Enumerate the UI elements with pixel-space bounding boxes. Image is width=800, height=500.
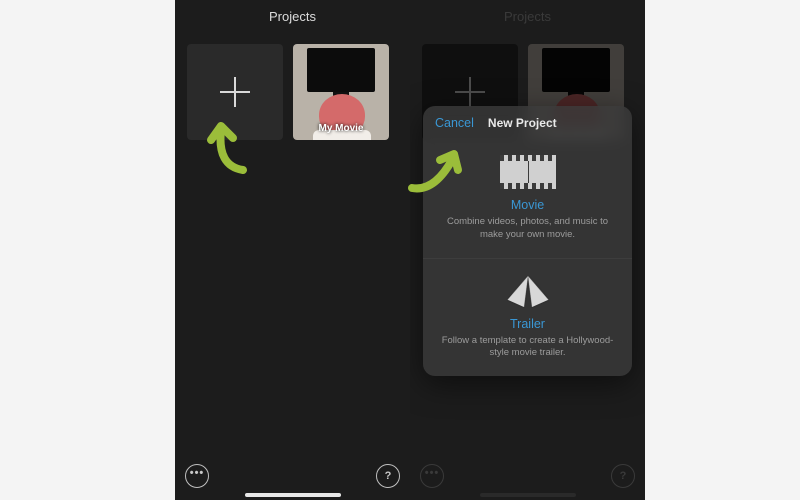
option-trailer[interactable]: Trailer Follow a template to create a Ho… bbox=[423, 258, 632, 377]
more-button: ••• bbox=[420, 464, 444, 488]
plus-icon bbox=[220, 77, 250, 107]
option-movie[interactable]: Movie Combine videos, photos, and music … bbox=[423, 140, 632, 258]
new-project-modal: Cancel New Project Movie Combine videos,… bbox=[423, 106, 632, 376]
page-title: Projects bbox=[175, 0, 410, 34]
phone-screen-new-project: Projects My Movie Cancel New Project Mov… bbox=[410, 0, 645, 500]
more-icon: ••• bbox=[190, 467, 205, 479]
help-icon: ? bbox=[385, 470, 392, 482]
help-button: ? bbox=[611, 464, 635, 488]
more-icon: ••• bbox=[425, 467, 440, 479]
option-movie-label: Movie bbox=[437, 198, 618, 212]
project-thumbnail bbox=[307, 48, 375, 92]
spotlights-icon bbox=[505, 272, 551, 310]
option-trailer-desc: Follow a template to create a Hollywood-… bbox=[437, 335, 618, 361]
phone-screen-projects: Projects My Movie ••• ? bbox=[175, 0, 410, 500]
project-tile[interactable]: My Movie bbox=[293, 44, 389, 140]
option-movie-desc: Combine videos, photos, and music to mak… bbox=[437, 216, 618, 242]
modal-header: Cancel New Project bbox=[423, 106, 632, 140]
option-trailer-label: Trailer bbox=[437, 317, 618, 331]
plus-icon bbox=[455, 77, 485, 107]
cancel-button[interactable]: Cancel bbox=[435, 116, 474, 130]
home-indicator[interactable] bbox=[480, 493, 576, 497]
bottom-bar: ••• ? bbox=[410, 456, 645, 500]
filmstrip-icon bbox=[500, 155, 556, 189]
bottom-bar: ••• ? bbox=[175, 456, 410, 500]
help-icon: ? bbox=[620, 470, 627, 482]
more-button[interactable]: ••• bbox=[185, 464, 209, 488]
project-title: My Movie bbox=[293, 123, 389, 134]
page-title: Projects bbox=[410, 0, 645, 34]
help-button[interactable]: ? bbox=[376, 464, 400, 488]
home-indicator[interactable] bbox=[245, 493, 341, 497]
modal-title: New Project bbox=[488, 116, 557, 130]
projects-grid: My Movie bbox=[175, 34, 410, 150]
create-project-button[interactable] bbox=[187, 44, 283, 140]
